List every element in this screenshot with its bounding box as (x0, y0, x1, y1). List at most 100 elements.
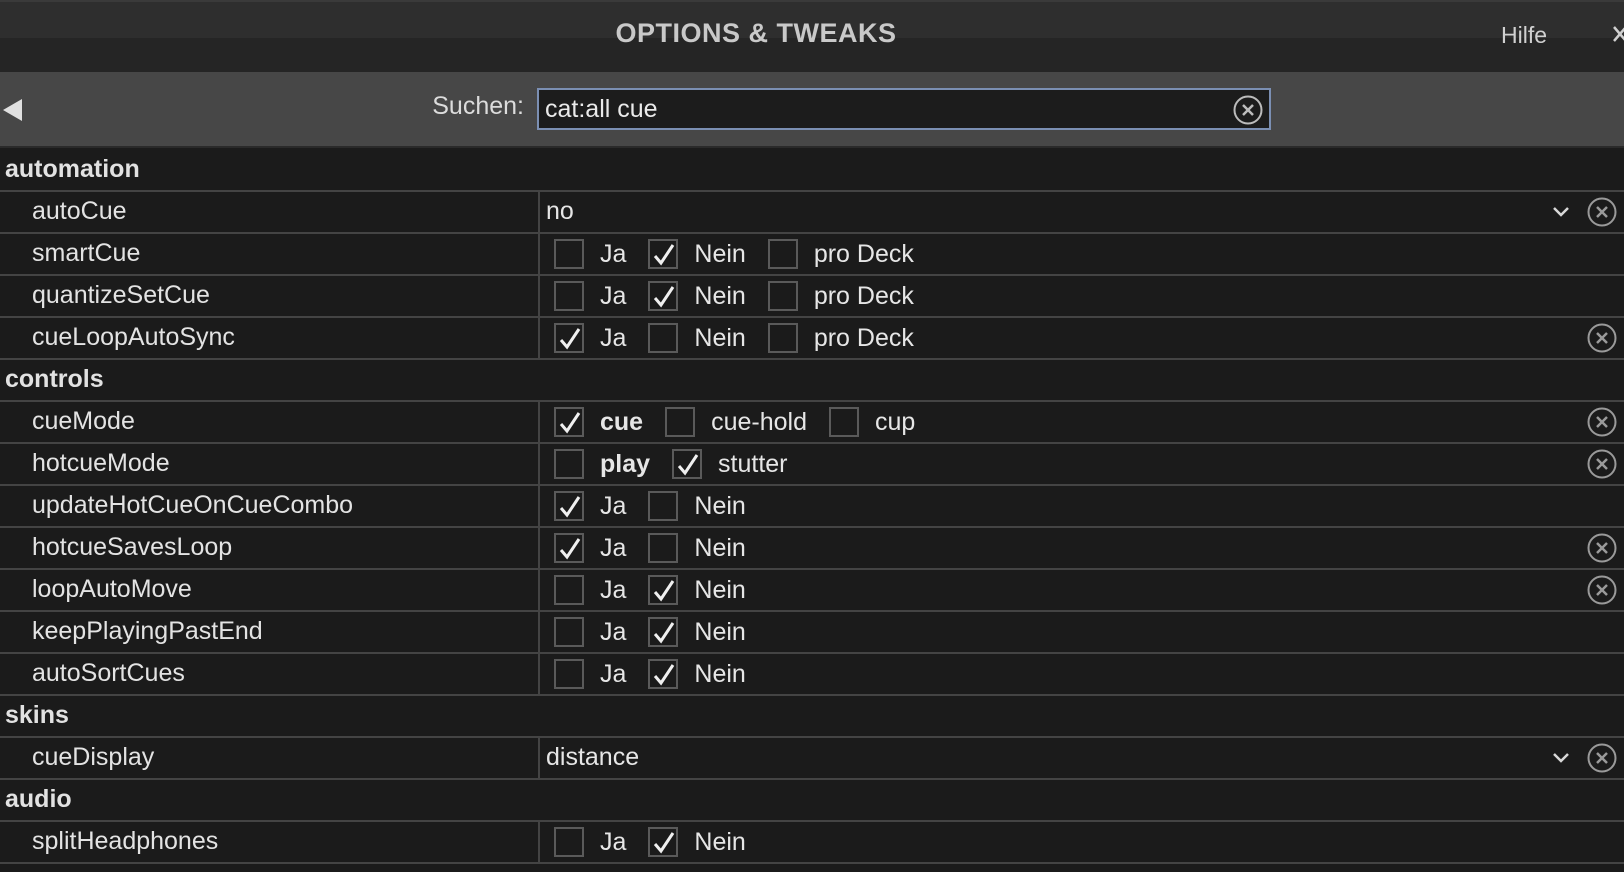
option-name: splitHeadphones (32, 827, 219, 855)
choice-label: Nein (694, 239, 746, 268)
category-label: audio (5, 785, 72, 813)
choice-item[interactable]: Nein (640, 827, 746, 857)
chevron-down-icon[interactable] (1551, 750, 1571, 766)
option-choices: Ja Nein (546, 822, 760, 862)
choice-item[interactable]: Ja (546, 239, 626, 269)
checkbox-checked[interactable] (554, 533, 584, 563)
choice-item[interactable]: Nein (640, 575, 746, 605)
checkbox-unchecked[interactable] (554, 239, 584, 269)
option-row: hotcueSavesLoop Ja Nein (0, 528, 1624, 570)
choice-item[interactable]: Ja (546, 659, 626, 689)
checkbox-checked[interactable] (648, 281, 679, 311)
checkbox-checked[interactable] (648, 827, 679, 857)
option-choices: Ja Nein (546, 528, 760, 568)
choice-label: Ja (600, 491, 627, 520)
back-arrow-icon[interactable] (2, 98, 24, 122)
choice-item[interactable]: cue (546, 407, 643, 437)
option-select[interactable] (540, 192, 1574, 232)
checkmark-icon (654, 832, 675, 854)
choice-item[interactable]: pro Deck (760, 239, 914, 269)
help-button[interactable]: Hilfe (1501, 22, 1547, 49)
checkmark-icon (654, 622, 675, 644)
checkbox-checked[interactable] (648, 575, 679, 605)
checkbox-checked[interactable] (554, 491, 584, 521)
choice-item[interactable]: pro Deck (760, 323, 914, 353)
option-row: keepPlayingPastEnd Ja Nein (0, 612, 1624, 654)
checkbox-unchecked[interactable] (767, 323, 798, 353)
option-row: cueMode cue cue-hold cup (0, 402, 1624, 444)
option-name: autoCue (32, 197, 127, 225)
clear-search-icon[interactable] (1232, 94, 1264, 126)
reset-icon[interactable] (1586, 406, 1618, 438)
options-window: OPTIONS & TWEAKS Hilfe Suchen: automatio… (0, 0, 1624, 872)
checkbox-unchecked[interactable] (829, 407, 859, 437)
close-icon[interactable] (1612, 22, 1624, 48)
choice-item[interactable]: Nein (640, 617, 746, 647)
option-name: updateHotCueOnCueCombo (32, 491, 354, 519)
reset-icon[interactable] (1586, 448, 1618, 480)
category-header: automation (0, 150, 1624, 192)
choice-item[interactable]: Ja (546, 323, 626, 353)
checkbox-unchecked[interactable] (665, 407, 696, 437)
choice-item[interactable]: stutter (664, 449, 788, 479)
choice-item[interactable]: Nein (640, 659, 746, 689)
checkbox-unchecked[interactable] (767, 281, 798, 311)
choice-item[interactable]: Ja (546, 491, 626, 521)
checkbox-checked[interactable] (554, 323, 584, 353)
reset-icon[interactable] (1586, 196, 1618, 228)
choice-item[interactable]: Nein (640, 491, 746, 521)
choice-label: Ja (600, 827, 627, 856)
checkbox-checked[interactable] (648, 239, 679, 269)
choice-item[interactable]: Nein (640, 281, 746, 311)
category-header: audio (0, 780, 1624, 822)
column-divider (538, 612, 540, 652)
choice-item[interactable]: Ja (546, 281, 626, 311)
column-divider (538, 234, 540, 274)
option-name: smartCue (32, 239, 141, 267)
choice-item[interactable]: Nein (640, 239, 746, 269)
checkbox-checked[interactable] (554, 407, 584, 437)
checkbox-unchecked[interactable] (554, 659, 584, 689)
option-select[interactable] (540, 738, 1574, 778)
choice-item[interactable]: pro Deck (760, 281, 914, 311)
checkbox-unchecked[interactable] (554, 827, 584, 857)
option-choices: play stutter (546, 444, 802, 484)
checkbox-unchecked[interactable] (767, 239, 798, 269)
choice-item[interactable]: Nein (640, 533, 746, 563)
choice-label: Ja (600, 239, 627, 268)
reset-icon[interactable] (1586, 322, 1618, 354)
checkbox-unchecked[interactable] (554, 449, 584, 479)
choice-item[interactable]: play (546, 449, 650, 479)
option-name: autoSortCues (32, 659, 185, 687)
checkbox-unchecked[interactable] (554, 617, 584, 647)
checkbox-checked[interactable] (648, 617, 679, 647)
chevron-down-icon[interactable] (1551, 204, 1571, 220)
checkbox-checked[interactable] (648, 659, 679, 689)
checkbox-checked[interactable] (672, 449, 703, 479)
category-label: skins (5, 701, 69, 729)
checkbox-unchecked[interactable] (648, 323, 679, 353)
search-input[interactable] (537, 88, 1271, 130)
checkbox-unchecked[interactable] (648, 533, 679, 563)
window-title: OPTIONS & TWEAKS (615, 18, 897, 48)
checkbox-unchecked[interactable] (554, 281, 584, 311)
choice-item[interactable]: Ja (546, 617, 626, 647)
checkbox-unchecked[interactable] (554, 575, 584, 605)
column-divider (538, 654, 540, 694)
choice-item[interactable]: Nein (640, 323, 746, 353)
choice-item[interactable]: Ja (546, 575, 626, 605)
category-label: controls (5, 365, 104, 393)
reset-icon[interactable] (1586, 532, 1618, 564)
checkmark-icon (654, 286, 675, 308)
choice-item[interactable]: cup (821, 407, 915, 437)
checkbox-unchecked[interactable] (648, 491, 679, 521)
choice-label: Ja (600, 323, 627, 352)
checkmark-icon (677, 454, 699, 476)
reset-icon[interactable] (1586, 574, 1618, 606)
reset-icon[interactable] (1586, 742, 1618, 774)
option-row: quantizeSetCue Ja Nein pro Deck (0, 276, 1624, 318)
checkmark-icon (654, 244, 675, 266)
choice-item[interactable]: cue-hold (657, 407, 807, 437)
choice-item[interactable]: Ja (546, 533, 626, 563)
choice-item[interactable]: Ja (546, 827, 626, 857)
